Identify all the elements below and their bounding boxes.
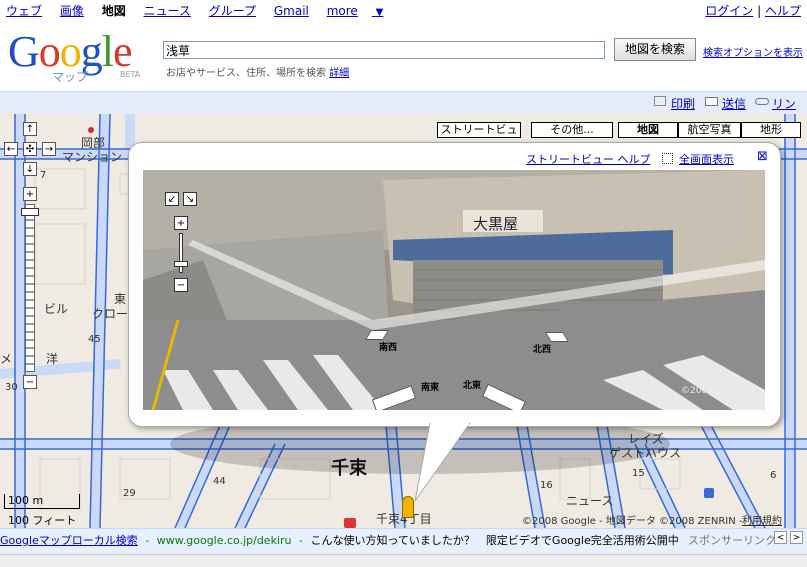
fullscreen-icon[interactable]: [662, 153, 673, 164]
nav-more[interactable]: more ▼: [327, 4, 398, 18]
dir-label-nw: 北西: [533, 345, 552, 355]
street-view-button[interactable]: ストリートビュー: [437, 122, 521, 150]
print-link[interactable]: 印刷: [671, 95, 695, 112]
ad-row: Googleマップローカル検索 - www.google.co.jp/dekir…: [0, 532, 679, 548]
pan-up-button[interactable]: ↑: [23, 122, 37, 136]
map-type-map[interactable]: 地図: [618, 122, 678, 138]
separator: |: [757, 4, 762, 18]
printer-icon[interactable]: [654, 96, 666, 106]
nav-more-label: more: [326, 4, 358, 18]
toolbar: 印刷 送信 リンク: [0, 91, 807, 128]
zoom-slider-handle[interactable]: [21, 208, 39, 216]
map-label-45: 45: [88, 334, 101, 345]
rotate-left-icon[interactable]: ↙: [165, 192, 179, 206]
pan-right-button[interactable]: →: [42, 142, 56, 156]
login-link[interactable]: ログイン: [705, 4, 753, 18]
mail-icon[interactable]: [705, 97, 718, 106]
map-label-kuro: クロー: [92, 307, 129, 321]
map-label-yo: 洋: [46, 352, 59, 366]
help-link[interactable]: ヘルプ: [765, 4, 801, 18]
shop-sign-text: 大黒屋: [473, 215, 519, 233]
nav-images[interactable]: 画像: [60, 4, 84, 18]
map-canvas[interactable]: ストリートビュー その他... 地図 航空写真 地形 ↑ ← ✣ → ↓ + −…: [0, 114, 807, 528]
footer-ad-bar: Googleマップローカル検索 - www.google.co.jp/dekir…: [0, 528, 807, 567]
dir-label-ne: 北東: [463, 381, 482, 391]
pan-down-button[interactable]: ↓: [23, 162, 37, 176]
search-button[interactable]: 地図を検索: [614, 38, 696, 61]
nav-groups[interactable]: グループ: [209, 4, 256, 18]
map-type-satellite[interactable]: 航空写真: [678, 122, 741, 138]
top-nav: ウェブ 画像 地図 ニュース グループ Gmail more ▼: [6, 2, 411, 18]
nav-gmail[interactable]: Gmail: [274, 4, 309, 18]
close-icon[interactable]: ⊠: [757, 149, 768, 164]
sv-zoom-in-button[interactable]: +: [174, 216, 188, 230]
zoom-slider[interactable]: [25, 204, 35, 372]
street-scene: [143, 170, 765, 410]
map-type-terrain[interactable]: 地形: [741, 122, 801, 138]
map-label-30: 30: [5, 382, 18, 393]
zoom-out-button[interactable]: −: [23, 375, 37, 389]
map-label-mansion: マンション: [62, 150, 123, 164]
map-label-15: 15: [632, 468, 645, 479]
more-layers-button[interactable]: その他...: [531, 122, 613, 138]
scale-metric: 100 m: [8, 494, 44, 507]
scale-imperial: 100 フィート: [8, 514, 77, 527]
map-label-44: 44: [213, 476, 226, 487]
map-label-29: 29: [123, 488, 136, 499]
station-icon: [344, 518, 356, 528]
search-details-link[interactable]: 詳細: [329, 68, 349, 79]
terms-link[interactable]: 利用規約: [742, 512, 782, 527]
map-label-senzoku: 千束: [331, 458, 367, 479]
street-view-bubble: ストリートビュー ヘルプ 全画面表示 ⊠ 大黒屋 ↙ ↘ + − 南西 北西 南…: [128, 142, 781, 427]
ad-separator: -: [145, 534, 150, 547]
search-hint-text: お店やサービス、住所、場所を検索: [166, 68, 326, 79]
account-links: ログイン | ヘルプ: [705, 2, 801, 19]
search-options-link[interactable]: 検索オプションを表示: [703, 44, 803, 59]
map-label-me: メ: [0, 352, 13, 366]
sv-zoom-handle[interactable]: [174, 261, 188, 267]
bubble-tail: [414, 423, 471, 502]
search-hint: お店やサービス、住所、場所を検索 詳細: [166, 64, 349, 79]
map-label-news: ニュース: [566, 494, 614, 508]
ad-title-link[interactable]: Googleマップローカル検索: [0, 534, 138, 547]
sponsor-label: スポンサーリンク: [688, 534, 776, 547]
zoom-in-button[interactable]: +: [23, 187, 37, 201]
map-label-building: ビル: [44, 302, 69, 316]
chevron-down-icon: ▼: [375, 7, 384, 18]
send-link[interactable]: 送信: [722, 95, 746, 112]
pan-left-button[interactable]: ←: [4, 142, 18, 156]
rotate-right-icon[interactable]: ↘: [183, 192, 197, 206]
link-icon[interactable]: [755, 98, 769, 105]
map-copyright: ©2008 Google - 地図データ ©2008 ZENRIN -: [522, 516, 743, 527]
dir-label-se: 南東: [421, 383, 440, 393]
beta-badge: BETA: [120, 70, 141, 79]
ad-separator-2: -: [299, 534, 303, 547]
poi-marker[interactable]: [88, 127, 94, 133]
street-view-help-link[interactable]: ストリートビュー ヘルプ: [526, 151, 651, 167]
dir-label-sw: 南西: [379, 343, 398, 353]
logo-sub: マップ: [52, 70, 89, 84]
ad-prev-button[interactable]: <: [774, 531, 787, 544]
map-label-7: 7: [40, 170, 47, 181]
ad-text: こんな使い方知っていましたか？ 限定ビデオでGoogle完全活用術公開中: [310, 534, 679, 547]
street-view-photo[interactable]: 大黒屋 ↙ ↘ + − 南西 北西 南東 北東 ©2008 Google: [143, 170, 765, 410]
map-label-guesthouse: ゲストハウス: [609, 446, 682, 460]
sv-zoom-out-button[interactable]: −: [174, 278, 188, 292]
ad-next-button[interactable]: >: [790, 531, 803, 544]
parking-icon: [704, 488, 714, 498]
horizontal-scrollbar[interactable]: [0, 554, 807, 567]
sv-zoom-slider[interactable]: [179, 233, 183, 273]
map-label-16: 16: [540, 480, 553, 491]
map-label-6: 6: [770, 470, 777, 481]
photo-copyright: ©2008 Google: [681, 386, 748, 396]
search-input[interactable]: 浅草: [163, 41, 605, 59]
nav-news[interactable]: ニュース: [144, 4, 191, 18]
nav-web[interactable]: ウェブ: [6, 4, 42, 18]
center-button[interactable]: ✣: [23, 142, 37, 156]
fullscreen-link[interactable]: 全画面表示: [679, 151, 734, 167]
nav-maps[interactable]: 地図: [102, 4, 126, 18]
ad-url[interactable]: www.google.co.jp/dekiru: [157, 534, 292, 547]
google-maps-logo[interactable]: Google マップ BETA: [8, 30, 158, 88]
